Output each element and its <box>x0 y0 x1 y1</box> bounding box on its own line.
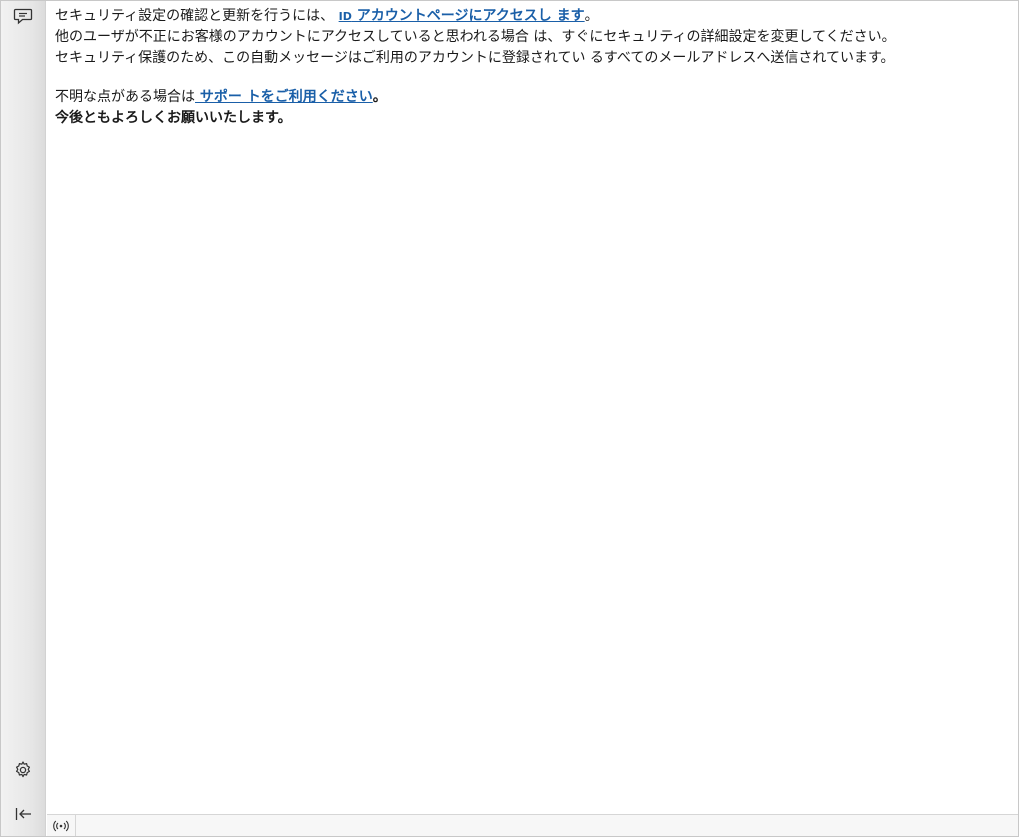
closing-line: 今後ともよろしくお願いいたします。 <box>55 110 292 126</box>
line4-text: 不明な点がある場合は <box>55 89 195 105</box>
message-body: セキュリティ設定の確認と更新を行うには、 ID アカウントページにアクセスし ま… <box>47 1 1018 814</box>
message-line-4: 不明な点がある場合は サポー トをご利用ください。 <box>55 87 1010 108</box>
message-line-1: セキュリティ設定の確認と更新を行うには、 ID アカウントページにアクセスし ま… <box>55 6 1010 27</box>
line1-suffix: 。 <box>584 8 599 24</box>
message-line-3: セキュリティ保護のため、この自動メッセージはご利用のアカウントに登録されてい る… <box>55 50 895 66</box>
mail-reader-window: セキュリティ設定の確認と更新を行うには、 ID アカウントページにアクセスし ま… <box>0 0 1019 837</box>
support-link[interactable]: サポー トをご利用ください <box>195 89 373 105</box>
line1-text: セキュリティ設定の確認と更新を行うには、 <box>55 8 335 24</box>
left-sidebar <box>1 1 46 836</box>
gear-icon[interactable] <box>10 757 36 783</box>
chat-bubble-icon[interactable] <box>10 3 36 29</box>
line4-suffix: 。 <box>372 89 387 105</box>
wireless-signal-icon[interactable] <box>47 815 76 836</box>
collapse-left-icon[interactable] <box>10 801 36 827</box>
account-page-link-id: ID <box>338 10 352 23</box>
status-bar <box>47 814 1018 836</box>
account-page-link-label: アカウントページにアクセスし ます <box>351 8 585 24</box>
message-line-2: 他のユーザが不正にお客様のアカウントにアクセスしていると思われる場合 は、すぐに… <box>55 29 896 45</box>
account-page-link[interactable]: ID アカウントページにアクセスし ます <box>339 8 585 24</box>
